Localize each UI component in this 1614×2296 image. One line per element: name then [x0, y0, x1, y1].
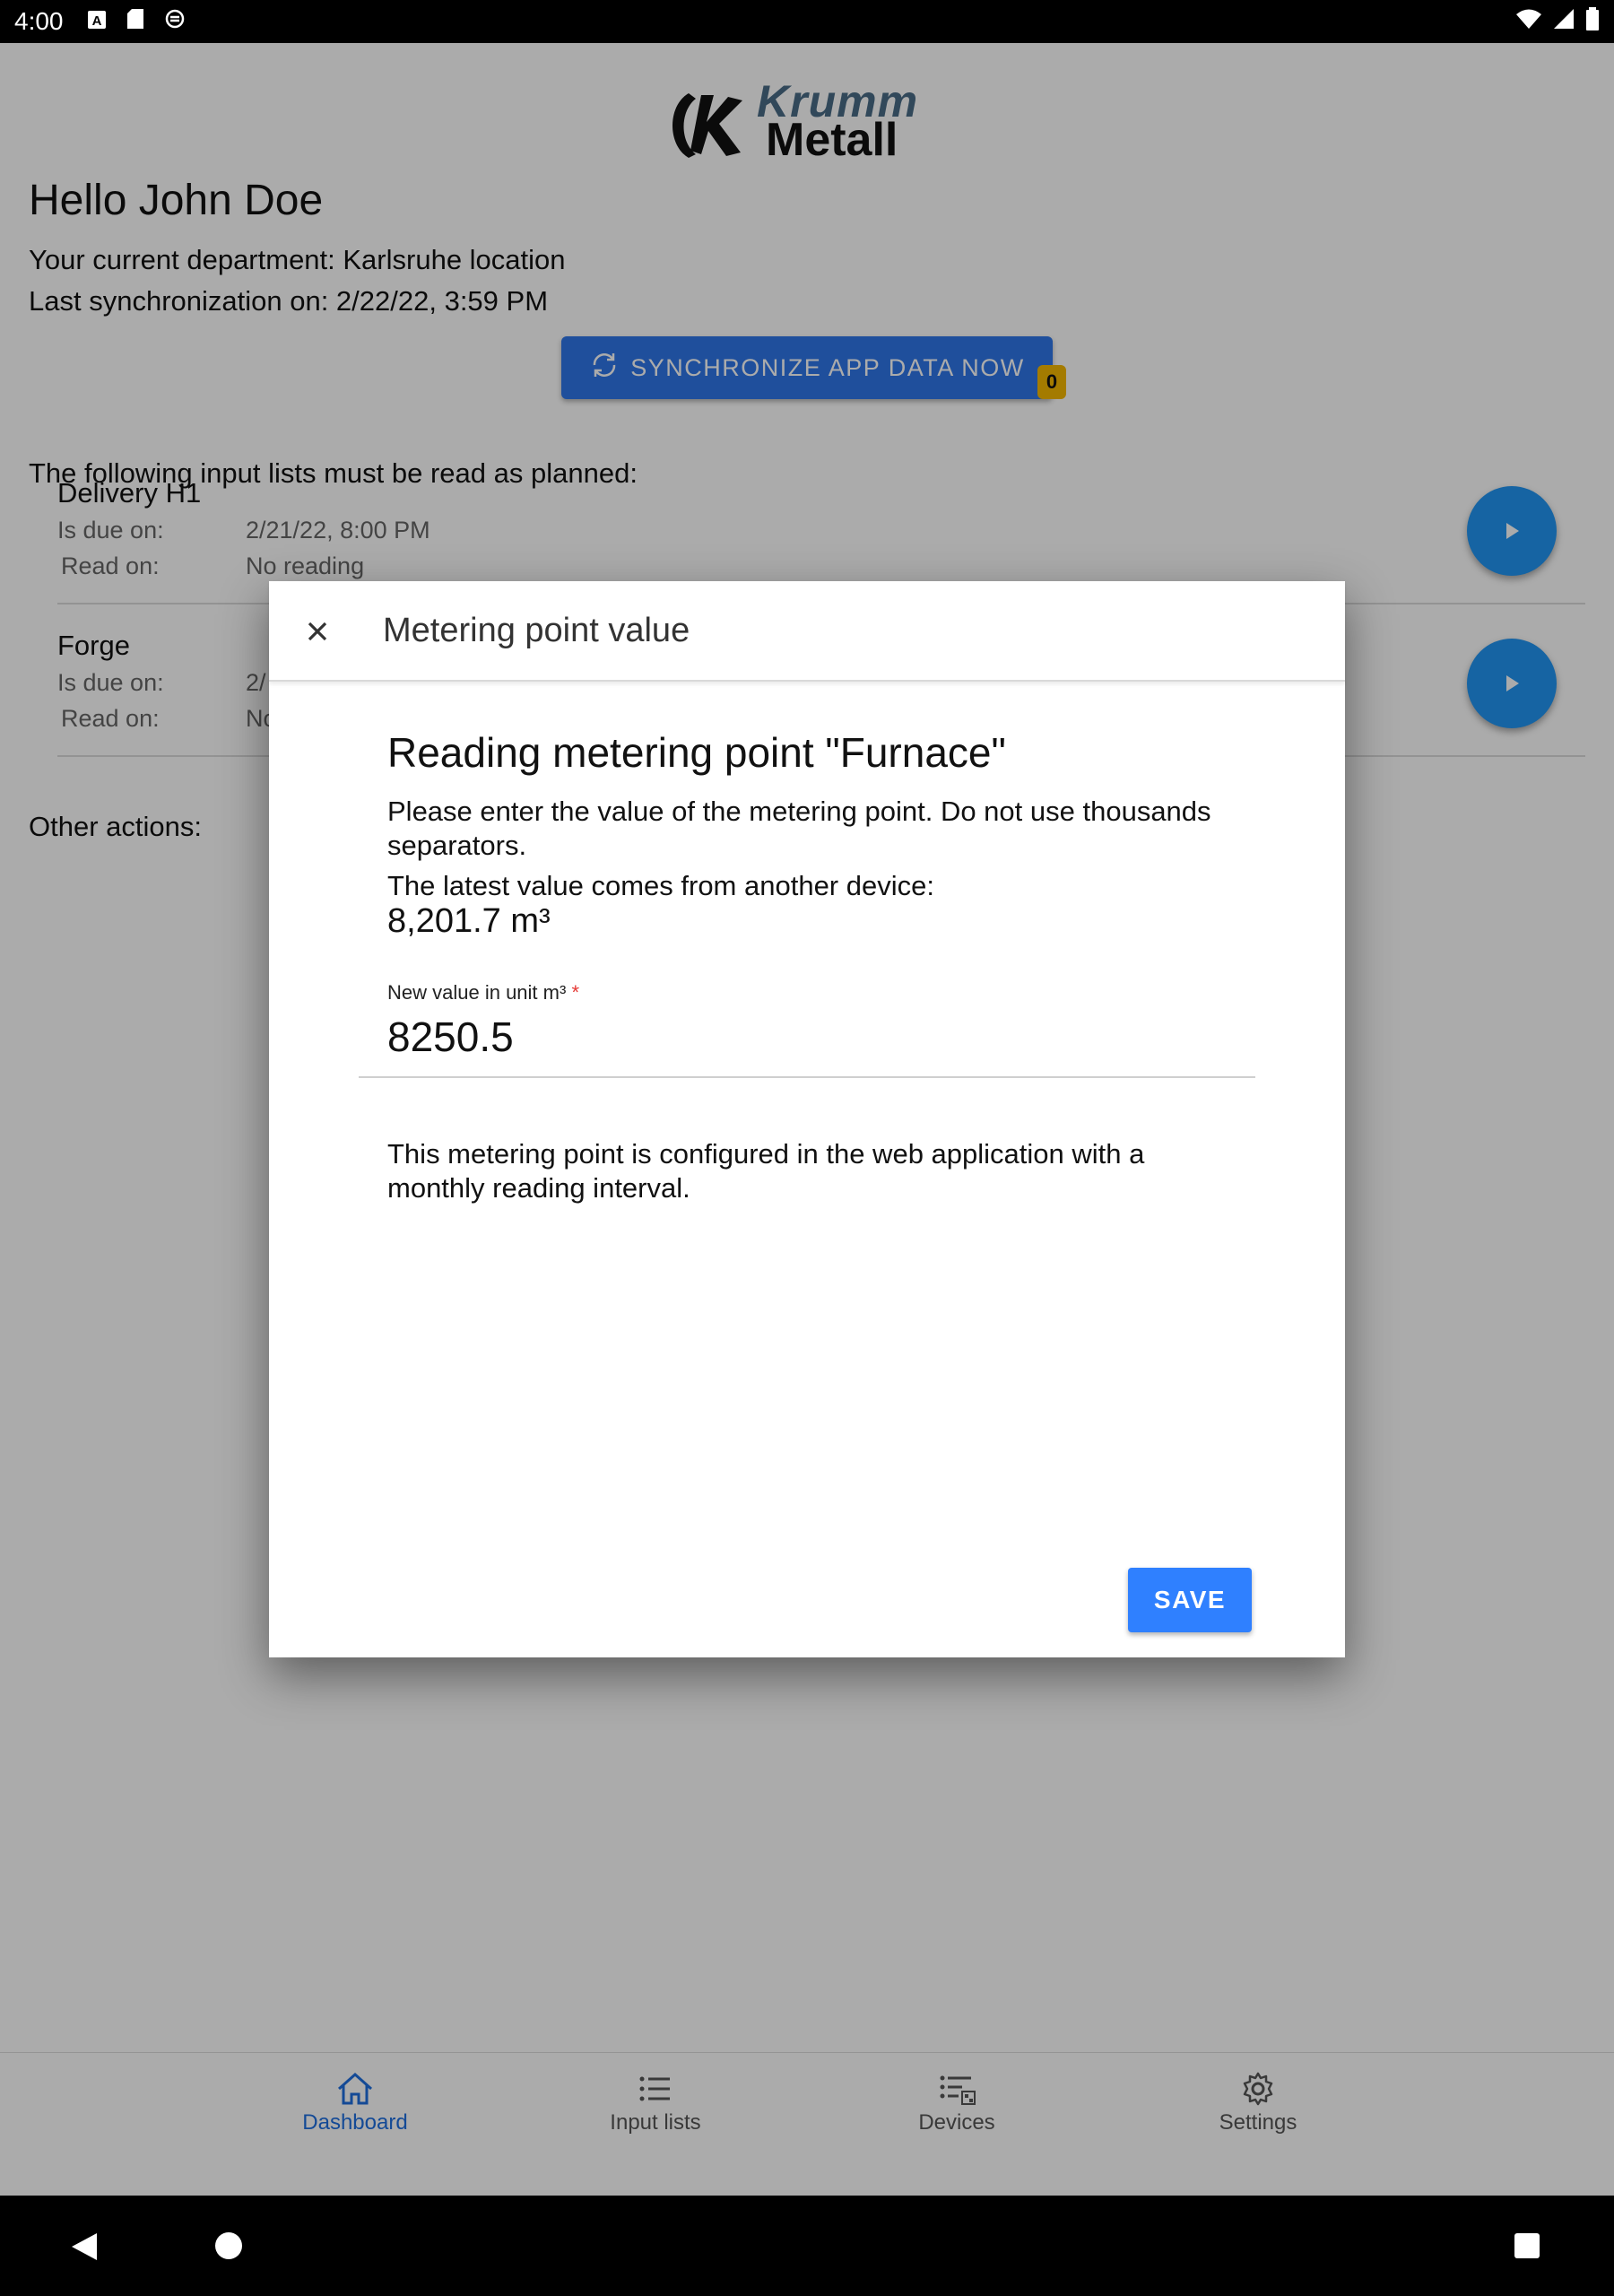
configuration-note: This metering point is configured in the… — [387, 1138, 1145, 1204]
a-icon: A — [87, 7, 107, 36]
home-circle-icon[interactable] — [214, 2231, 243, 2265]
close-button[interactable] — [294, 608, 341, 655]
reading-description: Please enter the value of the metering p… — [387, 796, 1211, 861]
close-icon — [308, 622, 327, 641]
recents-icon[interactable] — [1514, 2232, 1540, 2264]
sync-circle-icon — [164, 7, 186, 36]
input-underline — [359, 1076, 1255, 1078]
signal-icon — [1553, 7, 1575, 36]
dialog-header: Metering point value — [269, 581, 1345, 682]
reading-heading: Reading metering point "Furnace" — [387, 729, 1006, 776]
metering-point-dialog: Metering point value Reading metering po… — [269, 581, 1345, 1657]
new-value-input[interactable] — [387, 1010, 1248, 1064]
android-nav-bar — [0, 2196, 1614, 2296]
latest-value-label: The latest value comes from another devi… — [387, 870, 934, 901]
latest-value: 8,201.7 m³ — [387, 902, 551, 940]
wifi-icon — [1515, 7, 1542, 36]
dialog-title: Metering point value — [383, 612, 690, 649]
sd-card-icon — [126, 7, 144, 36]
battery-icon — [1585, 6, 1600, 37]
save-button[interactable]: SAVE — [1128, 1568, 1252, 1632]
svg-text:A: A — [91, 13, 101, 29]
status-time: 4:00 — [14, 7, 64, 35]
status-bar: 4:00 A — [0, 0, 1614, 43]
new-value-label-text: New value in unit m³ — [387, 981, 567, 1004]
new-value-label: New value in unit m³ * — [387, 981, 579, 1004]
required-mark: * — [571, 981, 579, 1004]
back-icon[interactable] — [70, 2231, 99, 2266]
